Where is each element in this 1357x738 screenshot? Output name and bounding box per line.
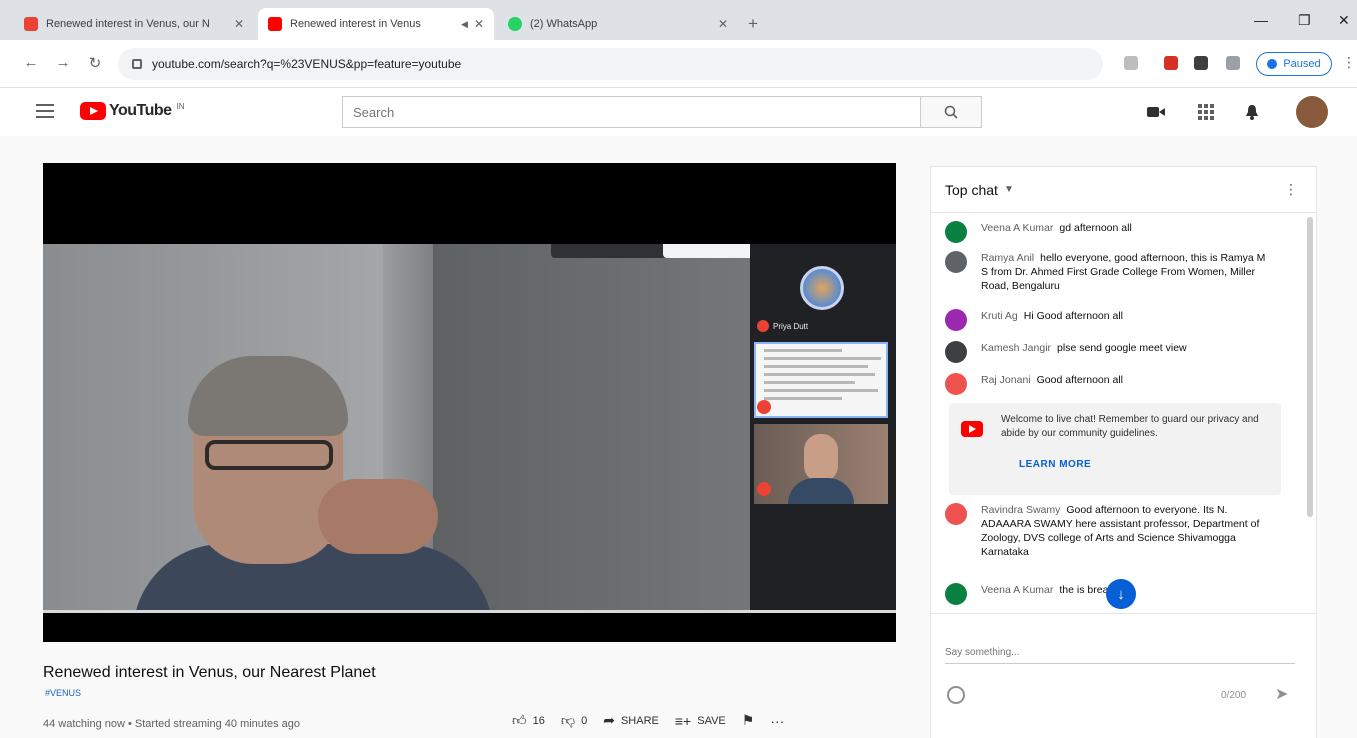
- more-horizontal-icon: ···: [770, 712, 785, 729]
- new-tab-plus-icon[interactable]: +: [748, 14, 758, 34]
- thumbs-up-icon: 👍︎: [512, 712, 527, 728]
- chat-welcome-notice: Welcome to live chat! Remember to guard …: [949, 403, 1281, 495]
- more-actions-button[interactable]: ···: [770, 713, 784, 729]
- chevron-down-icon[interactable]: ▼: [1004, 184, 1014, 195]
- chat-message: Ravindra Swamy Good afternoon to everyone…: [945, 503, 1275, 559]
- whatsapp-favicon-icon: [508, 17, 522, 31]
- mic-off-icon: [757, 482, 771, 496]
- create-video-icon[interactable]: [1146, 102, 1166, 122]
- watch-info: 44 watching now • Started streaming 40 m…: [43, 718, 300, 730]
- hashtag-link[interactable]: #VENUS: [45, 688, 81, 698]
- minimize-icon[interactable]: —: [1254, 12, 1268, 28]
- chat-avatar: [945, 583, 967, 605]
- chat-scrollbar[interactable]: [1307, 217, 1313, 517]
- chat-avatar: [945, 221, 967, 243]
- chat-avatar: [945, 373, 967, 395]
- thumbs-down-icon: 👎︎: [560, 712, 576, 728]
- speaker-icon[interactable]: ◀: [461, 19, 468, 30]
- watch-page: Priya Dutt Renewed interest in Venus, ou…: [0, 136, 1357, 738]
- meet-toolbar: [551, 244, 671, 258]
- browser-tab-whatsapp[interactable]: (2) WhatsApp ✕: [498, 8, 738, 40]
- learn-more-link[interactable]: LEARN MORE: [1019, 459, 1091, 470]
- gmail-favicon-icon: [24, 17, 38, 31]
- chat-message: Raj Jonani Good afternoon all: [945, 373, 1275, 395]
- video-actions: 👍︎ 16 👎︎ 0 ➦ SHARE ≡+ SAVE ⚑ ···: [512, 712, 784, 729]
- youtube-logo[interactable]: YouTube IN: [80, 102, 185, 120]
- arrow-down-icon: ↓: [1117, 585, 1125, 603]
- live-chat: Top chat ▼ ⋮ Veena A Kumar gd afternoon a…: [930, 166, 1317, 738]
- mic-off-icon: [757, 320, 769, 332]
- like-button[interactable]: 👍︎ 16: [512, 712, 545, 729]
- browser-menu-icon[interactable]: ⋮: [1342, 54, 1356, 71]
- back-icon[interactable]: ←: [20, 54, 42, 71]
- report-button[interactable]: ⚑: [742, 712, 755, 729]
- chat-message-input[interactable]: [945, 642, 1295, 664]
- playlist-add-icon: ≡+: [674, 712, 692, 729]
- chat-more-icon[interactable]: ⋮: [1284, 181, 1298, 198]
- window-close-icon[interactable]: ✕: [1338, 12, 1350, 29]
- chat-message: Veena A Kumar gd afternoon all: [945, 221, 1275, 243]
- scroll-to-new-messages-button[interactable]: ↓: [1106, 579, 1136, 609]
- video-frame: Priya Dutt: [43, 244, 896, 612]
- shared-document-tile: [754, 342, 888, 418]
- lock-icon: [132, 59, 142, 69]
- notifications-bell-icon[interactable]: [1242, 102, 1262, 122]
- video-progress-bar[interactable]: [43, 610, 896, 613]
- save-button[interactable]: ≡+ SAVE: [675, 713, 726, 729]
- account-avatar[interactable]: [1296, 96, 1328, 128]
- mic-off-icon: [757, 400, 771, 414]
- send-icon[interactable]: ➤: [1275, 684, 1288, 704]
- bookmark-star-icon[interactable]: [1124, 56, 1138, 70]
- video-player[interactable]: Priya Dutt: [43, 163, 896, 642]
- extension-red-icon[interactable]: [1164, 56, 1178, 70]
- profile-paused-button[interactable]: Paused: [1256, 52, 1332, 76]
- maximize-icon[interactable]: ❐: [1298, 12, 1311, 29]
- chat-message-list: Veena A Kumar gd afternoon all Ramya Anil…: [931, 213, 1316, 613]
- participant-video-tile: [754, 424, 888, 504]
- search-input[interactable]: [342, 96, 920, 128]
- youtube-play-icon: [961, 421, 983, 437]
- media-control-icon[interactable]: [1226, 56, 1240, 70]
- youtube-play-icon: [80, 102, 106, 120]
- flag-icon: ⚑: [741, 712, 755, 728]
- apps-grid-icon[interactable]: [1196, 102, 1216, 122]
- address-bar[interactable]: youtube.com/search?q=%23VENUS&pp=feature…: [118, 48, 1103, 80]
- close-icon[interactable]: ✕: [234, 17, 244, 31]
- search-button[interactable]: [920, 96, 982, 128]
- youtube-favicon-icon: [268, 17, 282, 31]
- chat-header: Top chat ▼ ⋮: [931, 167, 1316, 213]
- browser-tab-strip: Renewed interest in Venus, our N ✕ Renew…: [0, 0, 1357, 40]
- chat-message: Kruti Ag Hi Good afternoon all: [945, 309, 1275, 331]
- close-icon[interactable]: ✕: [718, 17, 728, 31]
- chat-avatar: [945, 341, 967, 363]
- chat-mode-dropdown[interactable]: Top chat: [945, 182, 998, 198]
- reload-icon[interactable]: ↻: [84, 54, 106, 72]
- search-icon: [944, 105, 958, 119]
- share-button[interactable]: ➦ SHARE: [603, 712, 659, 729]
- participant-name-tag: Priya Dutt: [757, 320, 808, 332]
- url-text: youtube.com/search?q=%23VENUS&pp=feature…: [152, 57, 462, 71]
- chat-message: Ramya Anil hello everyone, good afternoon…: [945, 251, 1275, 293]
- profile-dot-icon: [1267, 59, 1278, 69]
- chat-avatar: [945, 251, 967, 273]
- emoji-picker-icon[interactable]: [947, 686, 965, 704]
- chat-avatar: [945, 309, 967, 331]
- browser-tab-youtube[interactable]: Renewed interest in Venus ◀ ✕: [258, 8, 494, 40]
- chat-input-area: 0/200 ➤: [931, 613, 1316, 738]
- share-arrow-icon: ➦: [603, 712, 615, 728]
- browser-tab-gmail[interactable]: Renewed interest in Venus, our N ✕: [14, 8, 254, 40]
- video-title: Renewed interest in Venus, our Nearest P…: [43, 664, 376, 681]
- participant-avatar: [800, 266, 844, 310]
- close-icon[interactable]: ✕: [474, 17, 484, 31]
- browser-toolbar: ← → ↻ youtube.com/search?q=%23VENUS&pp=f…: [0, 40, 1357, 88]
- chat-message: Kamesh Jangir plse send google meet view: [945, 341, 1275, 363]
- guide-menu-icon[interactable]: [36, 104, 54, 118]
- dislike-button[interactable]: 👎︎ 0: [561, 712, 587, 729]
- extension-puzzle-icon[interactable]: [1194, 56, 1208, 70]
- character-count: 0/200: [1221, 690, 1247, 701]
- youtube-masthead: YouTube IN: [0, 88, 1357, 136]
- forward-icon[interactable]: →: [52, 54, 74, 71]
- chat-avatar: [945, 503, 967, 525]
